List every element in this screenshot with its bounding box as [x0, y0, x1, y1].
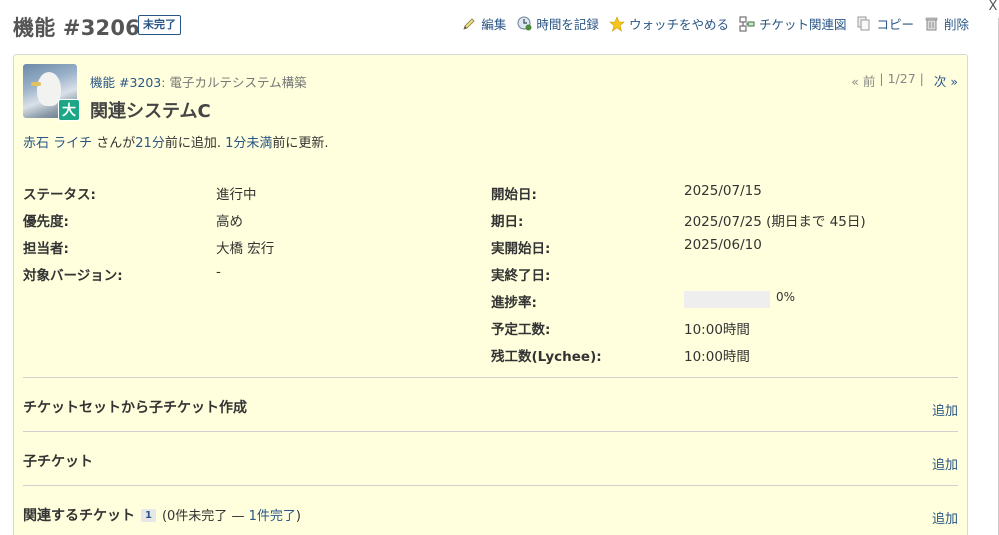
- pager-position: 1/27: [887, 71, 916, 86]
- attr-label: 予定工数:: [491, 322, 551, 338]
- add-child-from-set-link[interactable]: 追加: [932, 400, 958, 419]
- attr-value: 高め: [216, 214, 243, 230]
- attr-label: 開始日:: [491, 187, 537, 203]
- attr-label: 対象バージョン:: [23, 268, 123, 284]
- close-icon[interactable]: X: [987, 0, 999, 14]
- related-issues-section: 関連するチケット 1 (0件未完了 — 1件完了) 追加: [23, 485, 958, 535]
- issue-pager: « 前 | 1/27 | 次 »: [847, 71, 958, 90]
- unwatch-button[interactable]: ウォッチをやめる: [609, 14, 729, 33]
- attr-label: 残工数(Lychee):: [491, 349, 602, 365]
- star-icon: [609, 15, 625, 32]
- attr-value: 進行中: [216, 187, 257, 203]
- prev-link[interactable]: « 前: [851, 71, 875, 90]
- attr-label: ステータス:: [23, 187, 96, 203]
- added-ago-link[interactable]: 21分: [135, 136, 165, 151]
- copy-icon: [856, 16, 872, 32]
- clock-icon: [516, 16, 532, 32]
- pager-separator: |: [919, 71, 924, 86]
- diagram-icon: [739, 16, 755, 32]
- updated-text: 前に更新.: [272, 136, 329, 151]
- section-title: チケットセットから子チケット作成: [23, 400, 247, 416]
- subtasks-section: 子チケット 追加: [23, 431, 958, 485]
- pager-separator: |: [879, 71, 884, 86]
- delete-label: 削除: [943, 17, 969, 32]
- progress-bar: [684, 291, 770, 308]
- parent-issue: 機能 #3203: 電子カルテシステム構築: [90, 72, 307, 91]
- section-title: 関連するチケット 1 (0件未完了 — 1件完了): [23, 505, 301, 525]
- parent-issue-subject: : 電子カルテシステム構築: [161, 75, 307, 90]
- attr-label: 実終了日:: [491, 268, 551, 284]
- related-closed-link[interactable]: 1件完了: [249, 509, 296, 524]
- unwatch-label: ウォッチをやめる: [628, 17, 729, 32]
- add-relation-link[interactable]: 追加: [932, 508, 958, 527]
- contextual-actions: 編集 時間を記録 ウォッチをやめる チケット関連図 コピー 削除: [451, 14, 969, 33]
- related-close-text: ): [295, 509, 301, 524]
- progress-text: 0%: [776, 290, 796, 304]
- added-text: 前に追加.: [164, 136, 226, 151]
- log-time-button[interactable]: 時間を記録: [516, 14, 599, 33]
- assignee-link[interactable]: 大橋 宏行: [216, 237, 274, 257]
- section-title: 子チケット: [23, 454, 93, 470]
- copy-label: コピー: [876, 17, 914, 32]
- attr-value: 2025/06/10: [684, 237, 762, 253]
- attr-label: 優先度:: [23, 214, 69, 230]
- attr-value: 10:00時間: [684, 349, 750, 365]
- issue-header: 機能 #3206 未完了 編集 時間を記録 ウォッチをやめる チケット関連図 コ…: [0, 0, 999, 54]
- author-text: さんが: [92, 136, 136, 151]
- next-link[interactable]: 次 »: [934, 71, 958, 90]
- attr-value: 2025/07/15: [684, 183, 762, 199]
- attr-label: 期日:: [491, 214, 524, 230]
- attr-value: 10:00時間: [684, 322, 750, 338]
- attr-label: 担当者:: [23, 241, 69, 257]
- edit-button[interactable]: 編集: [461, 14, 506, 33]
- author-link[interactable]: 赤石 ライチ: [23, 136, 92, 151]
- attr-value: 2025/07/25 (期日まで 45日): [684, 214, 866, 230]
- issue-diagram-button[interactable]: チケット関連図: [739, 14, 847, 33]
- related-count-badge: 1: [141, 509, 156, 522]
- attr-label: 進捗率:: [491, 295, 537, 311]
- related-issues-title: 関連するチケット: [23, 508, 135, 524]
- attr-label: 実開始日:: [491, 241, 551, 257]
- create-from-ticket-set-section: チケットセットから子チケット作成 追加: [23, 377, 958, 431]
- log-time-label: 時間を記録: [536, 17, 599, 32]
- trash-icon: [924, 16, 940, 32]
- parent-issue-link[interactable]: 機能 #3203: [90, 75, 161, 90]
- add-subtask-link[interactable]: 追加: [932, 454, 958, 473]
- issue-details: 大 機能 #3203: 電子カルテシステム構築 関連システムC « 前 | 1/…: [13, 54, 968, 535]
- page-title: 機能 #3206: [13, 16, 140, 40]
- issue-subject: 関連システムC: [90, 101, 211, 122]
- related-open-text: (0件未完了 —: [161, 509, 249, 524]
- status-badge: 未完了: [138, 15, 181, 35]
- author-line: 赤石 ライチ さんが21分前に追加. 1分未満前に更新.: [23, 132, 329, 151]
- updated-ago-link[interactable]: 1分未満: [225, 136, 272, 151]
- attr-value: -: [216, 264, 221, 280]
- related-summary: (0件未完了 — 1件完了): [162, 509, 301, 524]
- delete-button[interactable]: 削除: [924, 14, 969, 33]
- copy-button[interactable]: コピー: [856, 14, 914, 33]
- edit-label: 編集: [481, 17, 507, 32]
- priority-tag: 大: [58, 99, 80, 121]
- issue-diagram-label: チケット関連図: [758, 17, 847, 32]
- pencil-icon: [461, 16, 477, 32]
